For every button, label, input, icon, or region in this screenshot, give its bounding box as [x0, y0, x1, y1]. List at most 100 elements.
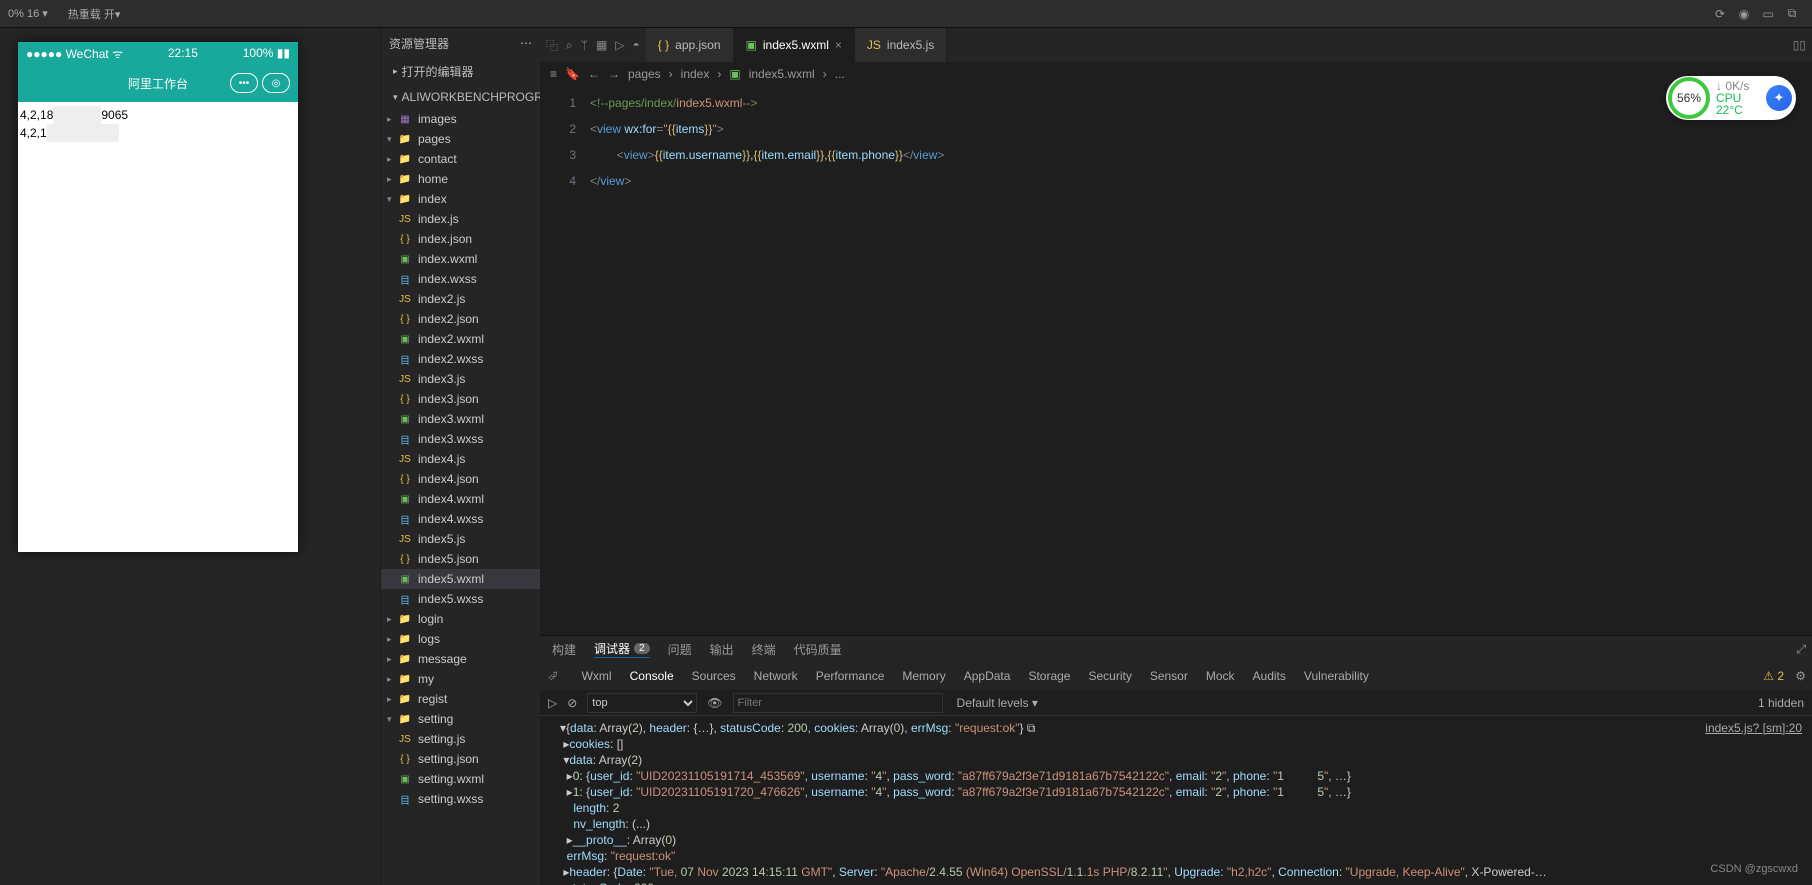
bookmark-icon[interactable]: 🔖: [565, 67, 580, 81]
tree-node-index4.js[interactable]: JSindex4.js: [381, 449, 540, 469]
console-output[interactable]: index5.js? [sm]:20 ▾{data: Array(2), hea…: [540, 716, 1812, 885]
files-icon[interactable]: ⿻: [546, 37, 558, 54]
tree-node-index3.wxss[interactable]: ⽬index3.wxss: [381, 429, 540, 449]
tab-problems[interactable]: 问题: [668, 641, 692, 658]
perf-assistant-icon[interactable]: ✦: [1766, 85, 1792, 111]
sim-close-button[interactable]: ◎: [262, 73, 290, 93]
window-split-icon[interactable]: ⧉: [1780, 6, 1804, 21]
tree-node-images[interactable]: ▸▦images: [381, 109, 540, 129]
hot-reload-toggle[interactable]: 热重载 开▾: [68, 6, 121, 22]
nav-back-icon[interactable]: ←: [588, 67, 600, 81]
git-branch-icon[interactable]: ᛘ: [581, 38, 588, 52]
devtools-tab-wxml[interactable]: Wxml: [582, 669, 612, 683]
devtools-tab-audits[interactable]: Audits: [1253, 669, 1286, 683]
tree-node-index5.wxss[interactable]: ⽬index5.wxss: [381, 589, 540, 609]
devtools-tab-vulnerability[interactable]: Vulnerability: [1304, 669, 1369, 683]
devtools-tab-network[interactable]: Network: [754, 669, 798, 683]
sim-menu-button[interactable]: •••: [230, 73, 258, 93]
editor-tab-app.json[interactable]: { }app.json: [646, 28, 734, 62]
tree-node-index5.wxml[interactable]: ▣index5.wxml: [381, 569, 540, 589]
refresh-icon[interactable]: ⟳: [1708, 7, 1732, 21]
tree-node-index2.wxss[interactable]: ⽬index2.wxss: [381, 349, 540, 369]
devtools-tab-sources[interactable]: Sources: [692, 669, 736, 683]
devtools-tab-memory[interactable]: Memory: [902, 669, 945, 683]
device-phone-icon[interactable]: ▭: [1756, 7, 1780, 21]
search-icon[interactable]: ⌕: [566, 38, 573, 53]
tab-debugger[interactable]: 调试器2: [594, 640, 650, 658]
console-source-link[interactable]: index5.js? [sm]:20: [1705, 720, 1802, 736]
breadcrumb[interactable]: ≡ 🔖 ← → pages› index› ▣index5.wxml› ...: [540, 62, 1812, 86]
debug-pct[interactable]: 0% 16 ▾: [8, 7, 48, 20]
tree-node-index5.js[interactable]: JSindex5.js: [381, 529, 540, 549]
inspect-element-icon[interactable]: ⮰: [548, 669, 558, 684]
gear-icon[interactable]: ⚙: [1795, 669, 1806, 683]
tab-output[interactable]: 输出: [710, 641, 734, 658]
docker-icon[interactable]: ◓: [633, 38, 640, 52]
tree-node-message[interactable]: ▸📁message: [381, 649, 540, 669]
log-levels-dropdown[interactable]: Default levels ▾: [957, 696, 1038, 710]
panel-expand-icon[interactable]: ⤢: [1796, 642, 1806, 657]
project-section[interactable]: ▾ALIWORKBENCHPROGRAM: [381, 85, 540, 109]
tree-node-login[interactable]: ▸📁login: [381, 609, 540, 629]
tab-codequality[interactable]: 代码质量: [794, 641, 842, 658]
tab-build[interactable]: 构建: [552, 641, 576, 658]
tree-node-index[interactable]: ▾📁index: [381, 189, 540, 209]
console-filter-input[interactable]: [733, 693, 943, 713]
tab-terminal[interactable]: 终端: [752, 641, 776, 658]
console-clear-icon[interactable]: ⊘: [567, 696, 577, 710]
tree-node-regist[interactable]: ▸📁regist: [381, 689, 540, 709]
tree-node-pages[interactable]: ▾📁pages: [381, 129, 540, 149]
tree-node-index.js[interactable]: JSindex.js: [381, 209, 540, 229]
devtools-tab-storage[interactable]: Storage: [1028, 669, 1070, 683]
tree-node-my[interactable]: ▸📁my: [381, 669, 540, 689]
code-editor[interactable]: 1234 <!--pages/index/index5.wxml--> <vie…: [540, 86, 1812, 635]
explorer-more-icon[interactable]: ⋯: [520, 36, 532, 50]
sim-content[interactable]: 4,2,18xxxxxxxx9065 4,2,1xxxxxxxxxxxx: [18, 102, 298, 552]
layout-toggle-icon[interactable]: ▯▯: [1793, 38, 1806, 52]
tree-node-setting.wxml[interactable]: ▣setting.wxml: [381, 769, 540, 789]
devtools-tab-sensor[interactable]: Sensor: [1150, 669, 1188, 683]
eye-icon[interactable]: 👁: [707, 696, 722, 710]
tree-node-setting.js[interactable]: JSsetting.js: [381, 729, 540, 749]
tree-node-home[interactable]: ▸📁home: [381, 169, 540, 189]
tree-node-index5.json[interactable]: { }index5.json: [381, 549, 540, 569]
editor-tab-index5.js[interactable]: JSindex5.js: [855, 28, 947, 62]
tree-node-index4.wxml[interactable]: ▣index4.wxml: [381, 489, 540, 509]
tree-node-index3.wxml[interactable]: ▣index3.wxml: [381, 409, 540, 429]
tree-node-index.json[interactable]: { }index.json: [381, 229, 540, 249]
devtools-tab-performance[interactable]: Performance: [816, 669, 885, 683]
tree-node-index2.js[interactable]: JSindex2.js: [381, 289, 540, 309]
tree-node-index4.wxss[interactable]: ⽬index4.wxss: [381, 509, 540, 529]
select-all-icon[interactable]: ≡: [550, 67, 557, 81]
tree-node-index2.json[interactable]: { }index2.json: [381, 309, 540, 329]
debug-icon[interactable]: ▷: [615, 38, 624, 52]
tree-node-index.wxss[interactable]: ⽬index.wxss: [381, 269, 540, 289]
tree-node-index3.js[interactable]: JSindex3.js: [381, 369, 540, 389]
tree-node-setting.json[interactable]: { }setting.json: [381, 749, 540, 769]
tree-node-setting[interactable]: ▾📁setting: [381, 709, 540, 729]
devtools-tab-console[interactable]: Console: [630, 669, 674, 683]
context-select[interactable]: top: [587, 693, 697, 713]
nav-fwd-icon[interactable]: →: [608, 67, 620, 81]
tree-node-contact[interactable]: ▸📁contact: [381, 149, 540, 169]
close-icon[interactable]: ×: [835, 38, 842, 52]
tree-node-logs[interactable]: ▸📁logs: [381, 629, 540, 649]
wechat-simulator[interactable]: ●●●●● WeChat ᯤ 22:15 100% ▮▮ 阿里工作台 ••• ◎…: [18, 42, 298, 552]
devtools-tabs: ⮰ Wxml Console Sources Network Performance Me…: [540, 662, 1812, 690]
perf-widget[interactable]: 56% ↓ 0K/s CPU 22°C ✦: [1666, 76, 1796, 120]
tree-node-index4.json[interactable]: { }index4.json: [381, 469, 540, 489]
warning-count[interactable]: ⚠ 2: [1763, 669, 1784, 683]
editor-tab-index5.wxml[interactable]: ▣index5.wxml×: [734, 28, 855, 62]
file-tree[interactable]: ▸▦images▾📁pages▸📁contact▸📁home▾📁indexJSi…: [381, 109, 540, 885]
extensions-icon[interactable]: ▦: [596, 38, 607, 52]
tree-node-index.wxml[interactable]: ▣index.wxml: [381, 249, 540, 269]
tree-node-setting.wxss[interactable]: ⽬setting.wxss: [381, 789, 540, 809]
open-editors-section[interactable]: ▸打开的编辑器: [381, 58, 540, 85]
devtools-tab-appdata[interactable]: AppData: [964, 669, 1011, 683]
tree-node-index3.json[interactable]: { }index3.json: [381, 389, 540, 409]
record-icon[interactable]: ◉: [1732, 7, 1756, 21]
console-run-icon[interactable]: ▷: [548, 696, 557, 710]
tree-node-index2.wxml[interactable]: ▣index2.wxml: [381, 329, 540, 349]
devtools-tab-mock[interactable]: Mock: [1206, 669, 1235, 683]
devtools-tab-security[interactable]: Security: [1088, 669, 1131, 683]
